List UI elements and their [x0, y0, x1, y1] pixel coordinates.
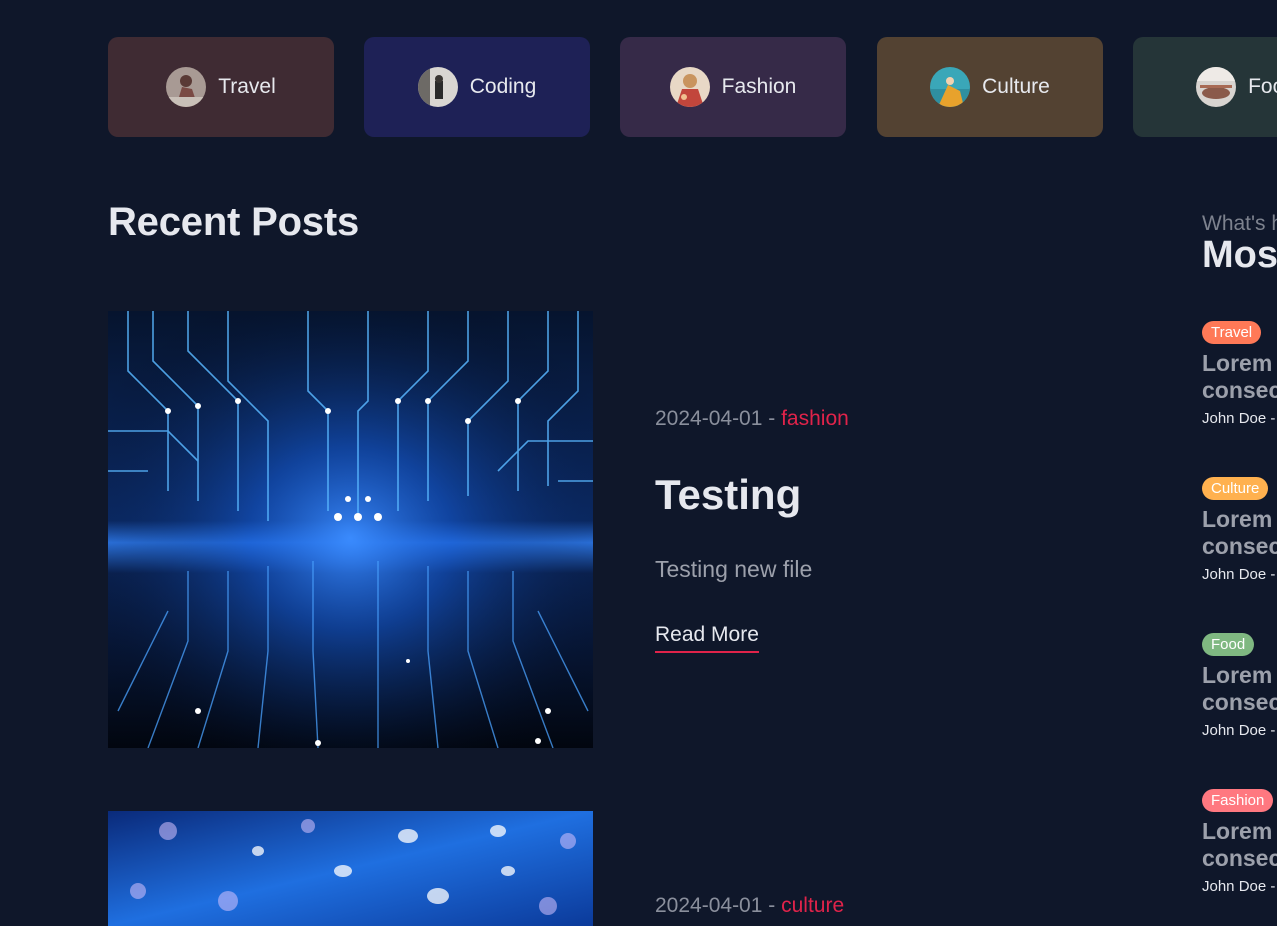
popular-item-author: John Doe - 10.03.2023: [1202, 566, 1277, 583]
post-title[interactable]: Testing: [655, 471, 801, 519]
popular-item-title[interactable]: Lorem ipsum dolor sit ametconsectetur ad…: [1202, 506, 1277, 560]
category-label: Culture: [982, 75, 1050, 98]
sidebar-title: Most Popular: [1202, 234, 1277, 276]
post-image[interactable]: [108, 311, 593, 748]
popular-item-title[interactable]: Lorem ipsum dolor sit ametconsectetur ad…: [1202, 350, 1277, 404]
post-date: 2024-04-01: [655, 407, 763, 430]
popular-item-title[interactable]: Lorem ipsum dolor sit ametconsectetur ad…: [1202, 818, 1277, 872]
popular-item-author: John Doe - 10.03.2023: [1202, 878, 1277, 895]
category-food[interactable]: Food: [1133, 37, 1277, 137]
fashion-avatar: [669, 67, 710, 107]
category-travel[interactable]: Travel: [108, 37, 334, 137]
post-meta-separator: -: [762, 894, 782, 917]
popular-item[interactable]: Travel Lorem ipsum dolor sit ametconsect…: [1202, 321, 1277, 427]
post-description: Testing new file: [655, 556, 813, 582]
post-meta: 2024-04-01 - culture: [655, 894, 844, 918]
popular-item-author: John Doe - 10.03.2023: [1202, 722, 1277, 739]
blue-bokeh-image: [108, 811, 593, 926]
popular-item[interactable]: Culture Lorem ipsum dolor sit ametconsec…: [1202, 477, 1277, 583]
popular-item-tag[interactable]: Travel: [1202, 321, 1262, 344]
sidebar-subtitle: What's hot: [1202, 212, 1277, 235]
popular-item-tag[interactable]: Culture: [1202, 477, 1269, 500]
category-culture[interactable]: Culture: [877, 37, 1103, 137]
recent-posts-title: Recent Posts: [108, 200, 360, 244]
coding-avatar: [417, 67, 458, 107]
category-label: Fashion: [721, 75, 797, 98]
travel-avatar: [166, 67, 207, 107]
category-list: Travel Coding Fashion Culture Food: [108, 37, 1277, 137]
post-date: 2024-04-01: [655, 894, 763, 917]
category-fashion[interactable]: Fashion: [620, 37, 846, 137]
post-category-link[interactable]: fashion: [781, 407, 849, 430]
page: Travel Coding Fashion Culture Food: [0, 0, 1277, 926]
post-meta-separator: -: [762, 407, 782, 430]
popular-item-tag[interactable]: Food: [1202, 633, 1255, 656]
popular-item[interactable]: Fashion Lorem ipsum dolor sit ametconsec…: [1202, 789, 1277, 895]
category-coding[interactable]: Coding: [364, 37, 590, 137]
post-image[interactable]: [108, 811, 593, 926]
popular-item[interactable]: Food Lorem ipsum dolor sit ametconsectet…: [1202, 633, 1277, 739]
popular-item-tag[interactable]: Fashion: [1202, 789, 1274, 812]
read-more-link[interactable]: Read More: [655, 623, 759, 653]
food-avatar: [1196, 67, 1237, 107]
category-label: Travel: [218, 75, 276, 98]
category-label: Food: [1248, 75, 1277, 98]
sidebar-most-popular: What's hot Most Popular Travel Lorem ips…: [1202, 210, 1277, 926]
circuit-board-image: [108, 311, 593, 748]
popular-item-title[interactable]: Lorem ipsum dolor sit ametconsectetur ad…: [1202, 662, 1277, 716]
culture-avatar: [930, 67, 971, 107]
post-meta: 2024-04-01 - fashion: [655, 407, 849, 431]
category-label: Coding: [469, 75, 537, 98]
post-category-link[interactable]: culture: [781, 894, 844, 917]
popular-item-author: John Doe - 10.03.2023: [1202, 410, 1277, 427]
